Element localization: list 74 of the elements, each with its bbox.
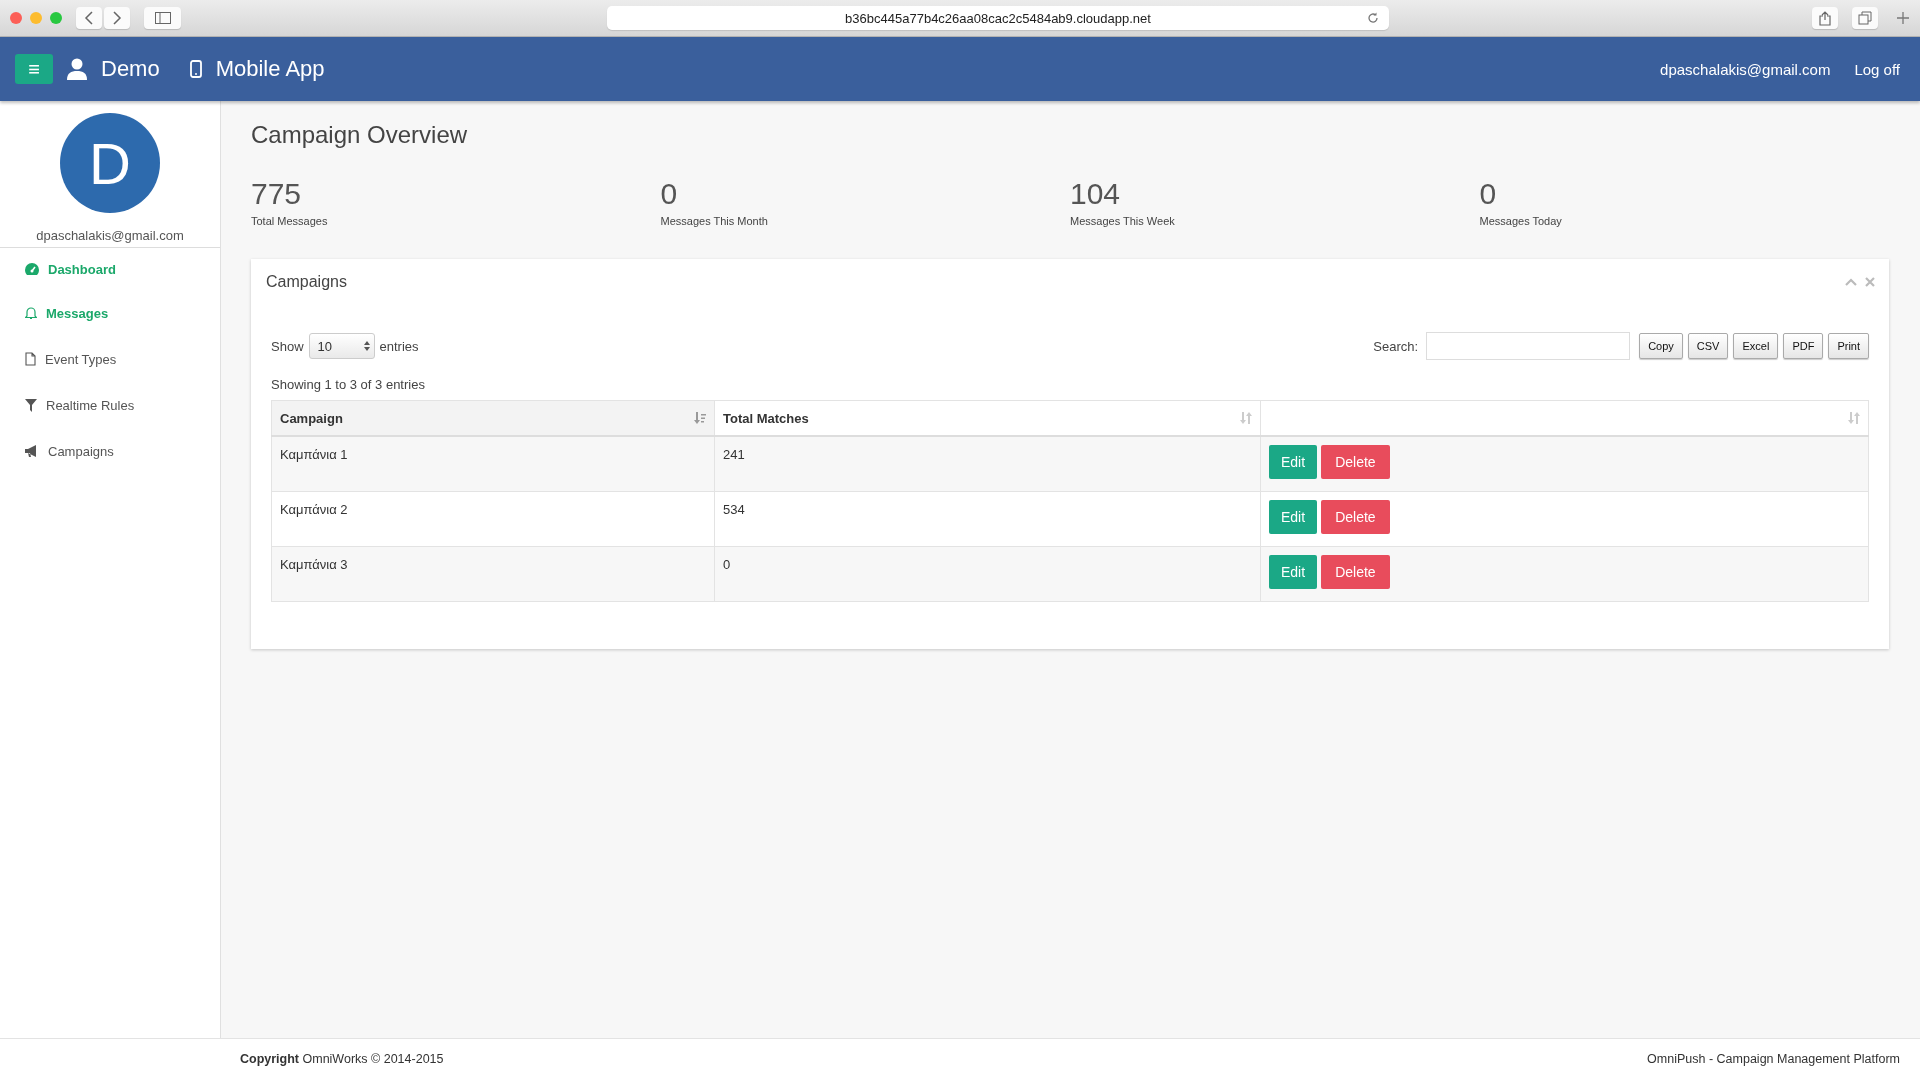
export-button[interactable]: Print	[1828, 333, 1869, 359]
user-icon	[67, 58, 87, 80]
delete-button[interactable]: Delete	[1321, 554, 1390, 589]
sidebar-item[interactable]: Realtime Rules	[0, 382, 220, 428]
user-email: dpaschalakis@gmail.com	[0, 228, 220, 248]
gauge-icon	[25, 263, 39, 275]
document-icon	[25, 352, 36, 366]
collapse-icon[interactable]	[1845, 278, 1857, 286]
avatar-circle: D	[60, 113, 160, 213]
stat-value: 775	[251, 177, 303, 211]
sidebar-icon	[154, 12, 171, 24]
mobile-phone-icon	[189, 60, 202, 78]
column-header[interactable]: Campaign	[271, 400, 715, 436]
sort-icon	[1848, 412, 1860, 424]
stepper-arrows-icon	[363, 341, 370, 351]
table-cell: 241	[714, 436, 1261, 491]
stat-label: Messages This Month	[660, 215, 769, 227]
entries-label: entries	[379, 338, 419, 354]
stat-label: Messages Today	[1479, 215, 1563, 227]
stat-value: 104	[1070, 177, 1122, 211]
app-name[interactable]: Mobile App	[215, 56, 325, 82]
export-button[interactable]: Excel	[1733, 333, 1779, 359]
minimize-icon[interactable]	[30, 12, 42, 24]
table-cell: Καμπάνια 1	[271, 436, 715, 491]
share-icon	[1819, 10, 1831, 26]
close-icon[interactable]	[1865, 277, 1875, 287]
panel-title: Campaigns	[266, 273, 347, 291]
address-bar[interactable]: b36bc445a77b4c26aa08cac2c5484ab9.cloudapp.net	[607, 6, 1389, 30]
chevron-right-icon	[112, 11, 122, 25]
export-button[interactable]: CSV	[1687, 333, 1729, 359]
chevron-left-icon	[84, 11, 94, 25]
column-header[interactable]: Total Matches	[714, 400, 1261, 436]
table-cell: 534	[714, 491, 1261, 546]
export-button[interactable]: Copy	[1639, 333, 1683, 359]
forward-button[interactable]	[104, 7, 130, 29]
back-button[interactable]	[76, 7, 102, 29]
megaphone-icon	[25, 445, 39, 457]
url-text: b36bc445a77b4c26aa08cac2c5484ab9.cloudapp.net	[845, 10, 1151, 26]
delete-button[interactable]: Delete	[1321, 499, 1390, 534]
bell-icon	[25, 306, 37, 320]
platform-name: OmniPush - Campaign Management Platform	[1647, 1052, 1900, 1066]
table-cell: Καμπάνια 2	[271, 491, 715, 546]
sort-descending-icon	[694, 412, 706, 424]
show-label: Show	[271, 338, 304, 354]
export-button[interactable]: PDF	[1783, 333, 1824, 359]
stat-label: Messages This Week	[1070, 215, 1176, 227]
maximize-icon[interactable]	[50, 12, 62, 24]
copyright-text: Copyright OmniWorks © 2014-2015	[240, 1052, 444, 1066]
tabs-button[interactable]	[1852, 7, 1878, 29]
new-tab-icon[interactable]	[1896, 11, 1910, 25]
delete-button[interactable]: Delete	[1321, 445, 1390, 479]
sidebar-item[interactable]: Campaigns	[0, 428, 220, 474]
user-email-link[interactable]: dpaschalakis@gmail.com	[1660, 60, 1831, 78]
sidebar-item[interactable]: Event Types	[0, 336, 220, 382]
column-header[interactable]	[1260, 400, 1869, 436]
search-label: Search:	[1373, 338, 1419, 354]
account-name[interactable]: Demo	[101, 56, 160, 82]
reload-icon[interactable]	[1367, 12, 1379, 24]
stat-value: 0	[1479, 177, 1498, 211]
share-button[interactable]	[1812, 7, 1838, 29]
search-field[interactable]	[1426, 332, 1631, 360]
table-cell: 0	[714, 546, 1261, 601]
stat-label: Total Messages	[251, 215, 329, 227]
close-icon[interactable]	[10, 12, 22, 24]
tabs-icon	[1858, 11, 1872, 25]
table-cell: Καμπάνια 3	[271, 546, 715, 601]
sort-icon	[1240, 412, 1252, 424]
sidebar-toggle-button[interactable]	[144, 7, 181, 29]
log-off-link[interactable]: Log off	[1854, 60, 1900, 78]
stat-value: 0	[660, 177, 679, 211]
table-info: Showing 1 to 3 of 3 entries	[271, 377, 426, 392]
page-size-select[interactable]: 10	[308, 333, 375, 359]
filter-icon	[25, 398, 37, 412]
page-title: Campaign Overview	[251, 121, 469, 149]
